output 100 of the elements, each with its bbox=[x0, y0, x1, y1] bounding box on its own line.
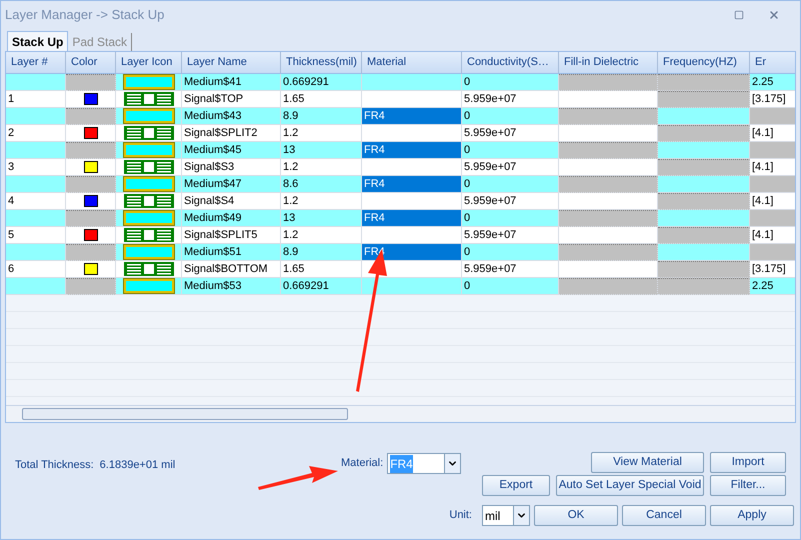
table-cell: 0 bbox=[462, 142, 559, 159]
table-cell: [4.1] bbox=[750, 159, 795, 176]
dialog-button[interactable]: Cancel bbox=[622, 505, 706, 526]
table-cell: 5 bbox=[6, 227, 66, 244]
table-cell bbox=[750, 244, 795, 261]
column-header[interactable]: Material bbox=[362, 52, 462, 73]
dialog-button[interactable]: Auto Set Layer Special Void bbox=[556, 475, 704, 496]
table-cell: 0 bbox=[462, 176, 559, 193]
column-header[interactable]: Layer Icon bbox=[116, 52, 182, 73]
column-header[interactable]: Layer # bbox=[6, 52, 66, 73]
dielectric-layer-icon bbox=[124, 211, 174, 225]
table-cell bbox=[750, 142, 795, 159]
color-swatch[interactable] bbox=[84, 229, 98, 241]
column-header[interactable]: Layer Name bbox=[182, 52, 281, 73]
table-cell: 3 bbox=[6, 159, 66, 176]
table-cell: 6 bbox=[6, 261, 66, 278]
table-cell bbox=[6, 244, 66, 261]
maximize-icon[interactable] bbox=[734, 10, 744, 20]
dialog-button[interactable]: View Material bbox=[591, 452, 704, 473]
horizontal-scrollbar[interactable] bbox=[6, 405, 795, 422]
dielectric-layer-icon bbox=[124, 75, 174, 89]
color-swatch[interactable] bbox=[84, 195, 98, 207]
table-cell: 0 bbox=[462, 74, 559, 91]
dielectric-layer-icon bbox=[124, 279, 174, 293]
table-cell: 0.669291 bbox=[281, 278, 362, 295]
table-cell: FR4 bbox=[362, 176, 462, 193]
column-header[interactable]: Fill-in Dielectric bbox=[559, 52, 658, 73]
dialog-button[interactable]: Import bbox=[710, 452, 786, 473]
table-cell: 13 bbox=[281, 210, 362, 227]
table-cell: 5.959e+07 bbox=[462, 91, 559, 108]
table-cell: Signal$BOTTOM bbox=[182, 261, 281, 278]
material-label: Material: bbox=[341, 456, 384, 472]
table-cell: 0 bbox=[462, 210, 559, 227]
table-cell: 8.9 bbox=[281, 244, 362, 261]
table-cell bbox=[750, 210, 795, 227]
table-cell: Medium$41 bbox=[182, 74, 281, 91]
table-cell: [3.175] bbox=[750, 261, 795, 278]
table-cell bbox=[750, 176, 795, 193]
table-cell: Signal$S3 bbox=[182, 159, 281, 176]
table-cell: 5.959e+07 bbox=[462, 159, 559, 176]
table-cell bbox=[66, 176, 116, 193]
dialog-button[interactable]: Apply bbox=[710, 505, 794, 526]
dielectric-layer-icon bbox=[124, 143, 174, 157]
column-header[interactable]: Conductivity(S… bbox=[462, 52, 559, 73]
table-cell bbox=[66, 278, 116, 295]
unit-label: Unit: bbox=[449, 508, 472, 524]
column-header[interactable]: Frequency(HZ) bbox=[658, 52, 750, 73]
table-cell: Signal$S4 bbox=[182, 193, 281, 210]
table-cell: FR4 bbox=[362, 108, 462, 125]
table-cell: Medium$43 bbox=[182, 108, 281, 125]
table-cell: 5.959e+07 bbox=[462, 125, 559, 142]
table-cell: 1 bbox=[6, 91, 66, 108]
table-cell: 0.669291 bbox=[281, 74, 362, 91]
color-swatch[interactable] bbox=[84, 127, 98, 139]
total-thickness-label: Total Thickness: bbox=[15, 458, 94, 473]
table-cell: 0 bbox=[462, 244, 559, 261]
table-cell: 2.25 bbox=[750, 74, 795, 91]
window-title: Layer Manager -> Stack Up bbox=[5, 6, 164, 24]
table-cell: Medium$53 bbox=[182, 278, 281, 295]
table-cell: [4.1] bbox=[750, 193, 795, 210]
table-cell: 2 bbox=[6, 125, 66, 142]
table-cell bbox=[66, 210, 116, 227]
table-cell bbox=[66, 74, 116, 91]
table-cell bbox=[66, 108, 116, 125]
table-cell: 13 bbox=[281, 142, 362, 159]
table-cell bbox=[6, 176, 66, 193]
color-swatch[interactable] bbox=[84, 93, 98, 105]
column-header[interactable]: Thickness(mil) bbox=[281, 52, 362, 73]
table-cell bbox=[750, 108, 795, 125]
table-cell bbox=[66, 244, 116, 261]
table-cell: Signal$TOP bbox=[182, 91, 281, 108]
table-cell: 1.2 bbox=[281, 227, 362, 244]
table-cell bbox=[6, 210, 66, 227]
table-cell bbox=[66, 142, 116, 159]
table-cell: Medium$47 bbox=[182, 176, 281, 193]
table-cell: 5.959e+07 bbox=[462, 227, 559, 244]
close-icon[interactable] bbox=[768, 9, 780, 21]
table-cell: 5.959e+07 bbox=[462, 261, 559, 278]
table-cell: 5.959e+07 bbox=[462, 193, 559, 210]
table-cell: 4 bbox=[6, 193, 66, 210]
table-cell: Medium$45 bbox=[182, 142, 281, 159]
unit-dropdown[interactable]: mil bbox=[482, 505, 530, 526]
dielectric-layer-icon bbox=[124, 109, 174, 123]
table-cell: [4.1] bbox=[750, 227, 795, 244]
table-cell: Signal$SPLIT2 bbox=[182, 125, 281, 142]
dialog-button[interactable]: Export bbox=[482, 475, 550, 496]
table-cell: 0 bbox=[462, 278, 559, 295]
dialog-button[interactable]: OK bbox=[534, 505, 618, 526]
column-header[interactable]: Er bbox=[750, 52, 795, 73]
tab[interactable]: Stack Up bbox=[7, 31, 68, 51]
table-cell: 8.9 bbox=[281, 108, 362, 125]
color-swatch[interactable] bbox=[84, 263, 98, 275]
color-swatch[interactable] bbox=[84, 161, 98, 173]
table-cell: 1.2 bbox=[281, 159, 362, 176]
table-cell: FR4 bbox=[362, 142, 462, 159]
table-cell: 8.6 bbox=[281, 176, 362, 193]
table-cell: 1.65 bbox=[281, 261, 362, 278]
dialog-button[interactable]: Filter... bbox=[710, 475, 786, 496]
column-header[interactable]: Color bbox=[66, 52, 116, 73]
table-cell bbox=[6, 142, 66, 159]
